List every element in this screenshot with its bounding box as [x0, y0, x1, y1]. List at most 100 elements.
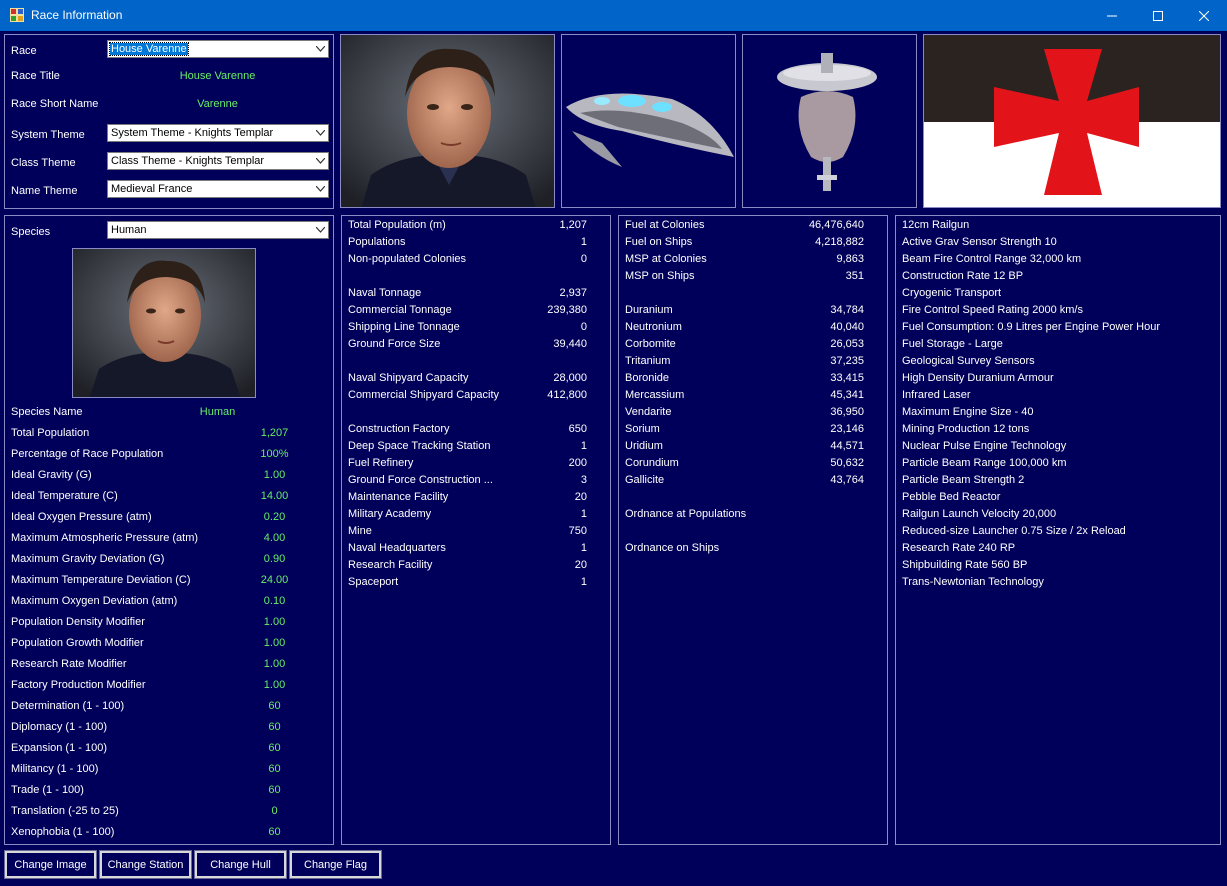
species-stat-row: Percentage of Race Population 100%	[5, 447, 333, 464]
stat-value: 4.00	[263, 532, 286, 544]
tech-list-item: High Density Duranium Armour	[896, 371, 1220, 388]
tech-name: Pebble Bed Reactor	[902, 491, 1001, 503]
race-select[interactable]: House Varenne	[107, 40, 329, 58]
item-label: Uridium	[625, 440, 663, 452]
change-flag-button[interactable]: Change Flag	[289, 850, 382, 879]
item-label: Construction Factory	[348, 423, 450, 435]
list-item: Sorium 23,146	[619, 422, 887, 439]
tech-list-item: Particle Beam Range 100,000 km	[896, 456, 1220, 473]
item-value: 36,950	[830, 406, 864, 418]
species-portrait-image	[72, 248, 256, 398]
item-label: Ordnance on Ships	[625, 542, 720, 554]
item-value: 3	[580, 474, 587, 486]
name-theme-select[interactable]: Medieval France	[107, 180, 329, 198]
tech-name: Construction Rate 12 BP	[902, 270, 1024, 282]
list-item: Deep Space Tracking Station 1	[342, 439, 610, 456]
list-item: Fuel at Colonies 46,476,640	[619, 218, 887, 235]
close-button[interactable]	[1181, 0, 1227, 31]
item-label: Commercial Tonnage	[348, 304, 452, 316]
maximize-button[interactable]	[1135, 0, 1181, 31]
class-theme-label: Class Theme	[11, 157, 76, 169]
system-theme-select[interactable]: System Theme - Knights Templar	[107, 124, 329, 142]
tech-name: Particle Beam Range 100,000 km	[902, 457, 1067, 469]
stat-label: Percentage of Race Population	[11, 448, 164, 460]
item-value: 9,863	[836, 253, 864, 265]
change-station-button[interactable]: Change Station	[99, 850, 192, 879]
list-item: Vendarite 36,950	[619, 405, 887, 422]
list-item: Ordnance on Ships	[619, 541, 887, 558]
item-value: 4,218,882	[815, 236, 864, 248]
list-item: Spaceport 1	[342, 575, 610, 592]
race-short-name-label: Race Short Name	[11, 98, 99, 110]
item-label: Total Population (m)	[348, 219, 446, 231]
list-item: Populations 1	[342, 235, 610, 252]
stat-value: 1.00	[263, 679, 286, 691]
stat-label: Population Growth Modifier	[11, 637, 144, 649]
window-title: Race Information	[31, 8, 123, 22]
tech-list-item: Nuclear Pulse Engine Technology	[896, 439, 1220, 456]
item-label: Naval Shipyard Capacity	[348, 372, 469, 384]
list-item: Commercial Shipyard Capacity 412,800	[342, 388, 610, 405]
tech-name: Infrared Laser	[902, 389, 971, 401]
item-label: Sorium	[625, 423, 660, 435]
tech-name: Particle Beam Strength 2	[902, 474, 1025, 486]
species-stat-row: Xenophobia (1 - 100) 60	[5, 825, 333, 842]
stat-value: 60	[268, 763, 281, 775]
item-value: 37,235	[830, 355, 864, 367]
list-item: Naval Tonnage 2,937	[342, 286, 610, 303]
item-label: Commercial Shipyard Capacity	[348, 389, 499, 401]
tech-list-item: Geological Survey Sensors	[896, 354, 1220, 371]
item-label: Non-populated Colonies	[348, 253, 467, 265]
tech-list-item: Pebble Bed Reactor	[896, 490, 1220, 507]
item-value: 39,440	[553, 338, 587, 350]
stat-label: Population Density Modifier	[11, 616, 145, 628]
list-item: Corundium 50,632	[619, 456, 887, 473]
tech-list-item: Infrared Laser	[896, 388, 1220, 405]
change-image-button[interactable]: Change Image	[4, 850, 97, 879]
stat-label: Expansion (1 - 100)	[11, 742, 107, 754]
species-stat-row: Trade (1 - 100) 60	[5, 783, 333, 800]
list-item: MSP at Colonies 9,863	[619, 252, 887, 269]
species-stat-row: Maximum Atmospheric Pressure (atm) 4.00	[5, 531, 333, 548]
item-label: MSP on Ships	[625, 270, 695, 282]
tech-name: Reduced-size Launcher 0.75 Size / 2x Rel…	[902, 525, 1126, 537]
species-select[interactable]: Human	[107, 221, 329, 239]
list-item: Ground Force Size 39,440	[342, 337, 610, 354]
tech-name: Active Grav Sensor Strength 10	[902, 236, 1057, 248]
item-value: 23,146	[830, 423, 864, 435]
item-value: 46,476,640	[808, 219, 864, 231]
tech-list-item: Railgun Launch Velocity 20,000	[896, 507, 1220, 524]
stat-label: Ideal Temperature (C)	[11, 490, 118, 502]
stat-value: 0	[271, 805, 278, 817]
system-theme-value: System Theme - Knights Templar	[111, 127, 274, 139]
stat-value: 14.00	[260, 490, 289, 502]
tech-list-item: Reduced-size Launcher 0.75 Size / 2x Rel…	[896, 524, 1220, 541]
list-item: Mercassium 45,341	[619, 388, 887, 405]
species-stat-row: Translation (-25 to 25) 0	[5, 804, 333, 821]
stat-label: Factory Production Modifier	[11, 679, 146, 691]
tech-name: Maximum Engine Size - 40	[902, 406, 1034, 418]
tech-name: Shipbuilding Rate 560 BP	[902, 559, 1028, 571]
item-value: 33,415	[830, 372, 864, 384]
population-installations-list: Total Population (m) 1,207 Populations 1 Non…	[341, 215, 611, 845]
list-item: Fuel on Ships 4,218,882	[619, 235, 887, 252]
title-bar: Race Information	[0, 0, 1227, 31]
minimize-button[interactable]	[1089, 0, 1135, 31]
tech-name: Fire Control Speed Rating 2000 km/s	[902, 304, 1083, 316]
chevron-down-icon	[311, 125, 328, 141]
change-hull-button[interactable]: Change Hull	[194, 850, 287, 879]
tech-name: 12cm Railgun	[902, 219, 970, 231]
item-value: 1	[580, 236, 587, 248]
class-theme-select[interactable]: Class Theme - Knights Templar	[107, 152, 329, 170]
item-label: Corbomite	[625, 338, 676, 350]
stat-value: 0.90	[263, 553, 286, 565]
list-item: Uridium 44,571	[619, 439, 887, 456]
stat-value: 100%	[260, 448, 289, 460]
stat-value: 1.00	[263, 469, 286, 481]
stat-label: Translation (-25 to 25)	[11, 805, 119, 817]
item-value: 26,053	[830, 338, 864, 350]
stat-value: 1.00	[263, 658, 286, 670]
tech-list-item: Maximum Engine Size - 40	[896, 405, 1220, 422]
tech-list-item: Beam Fire Control Range 32,000 km	[896, 252, 1220, 269]
tech-name: Fuel Storage - Large	[902, 338, 1003, 350]
